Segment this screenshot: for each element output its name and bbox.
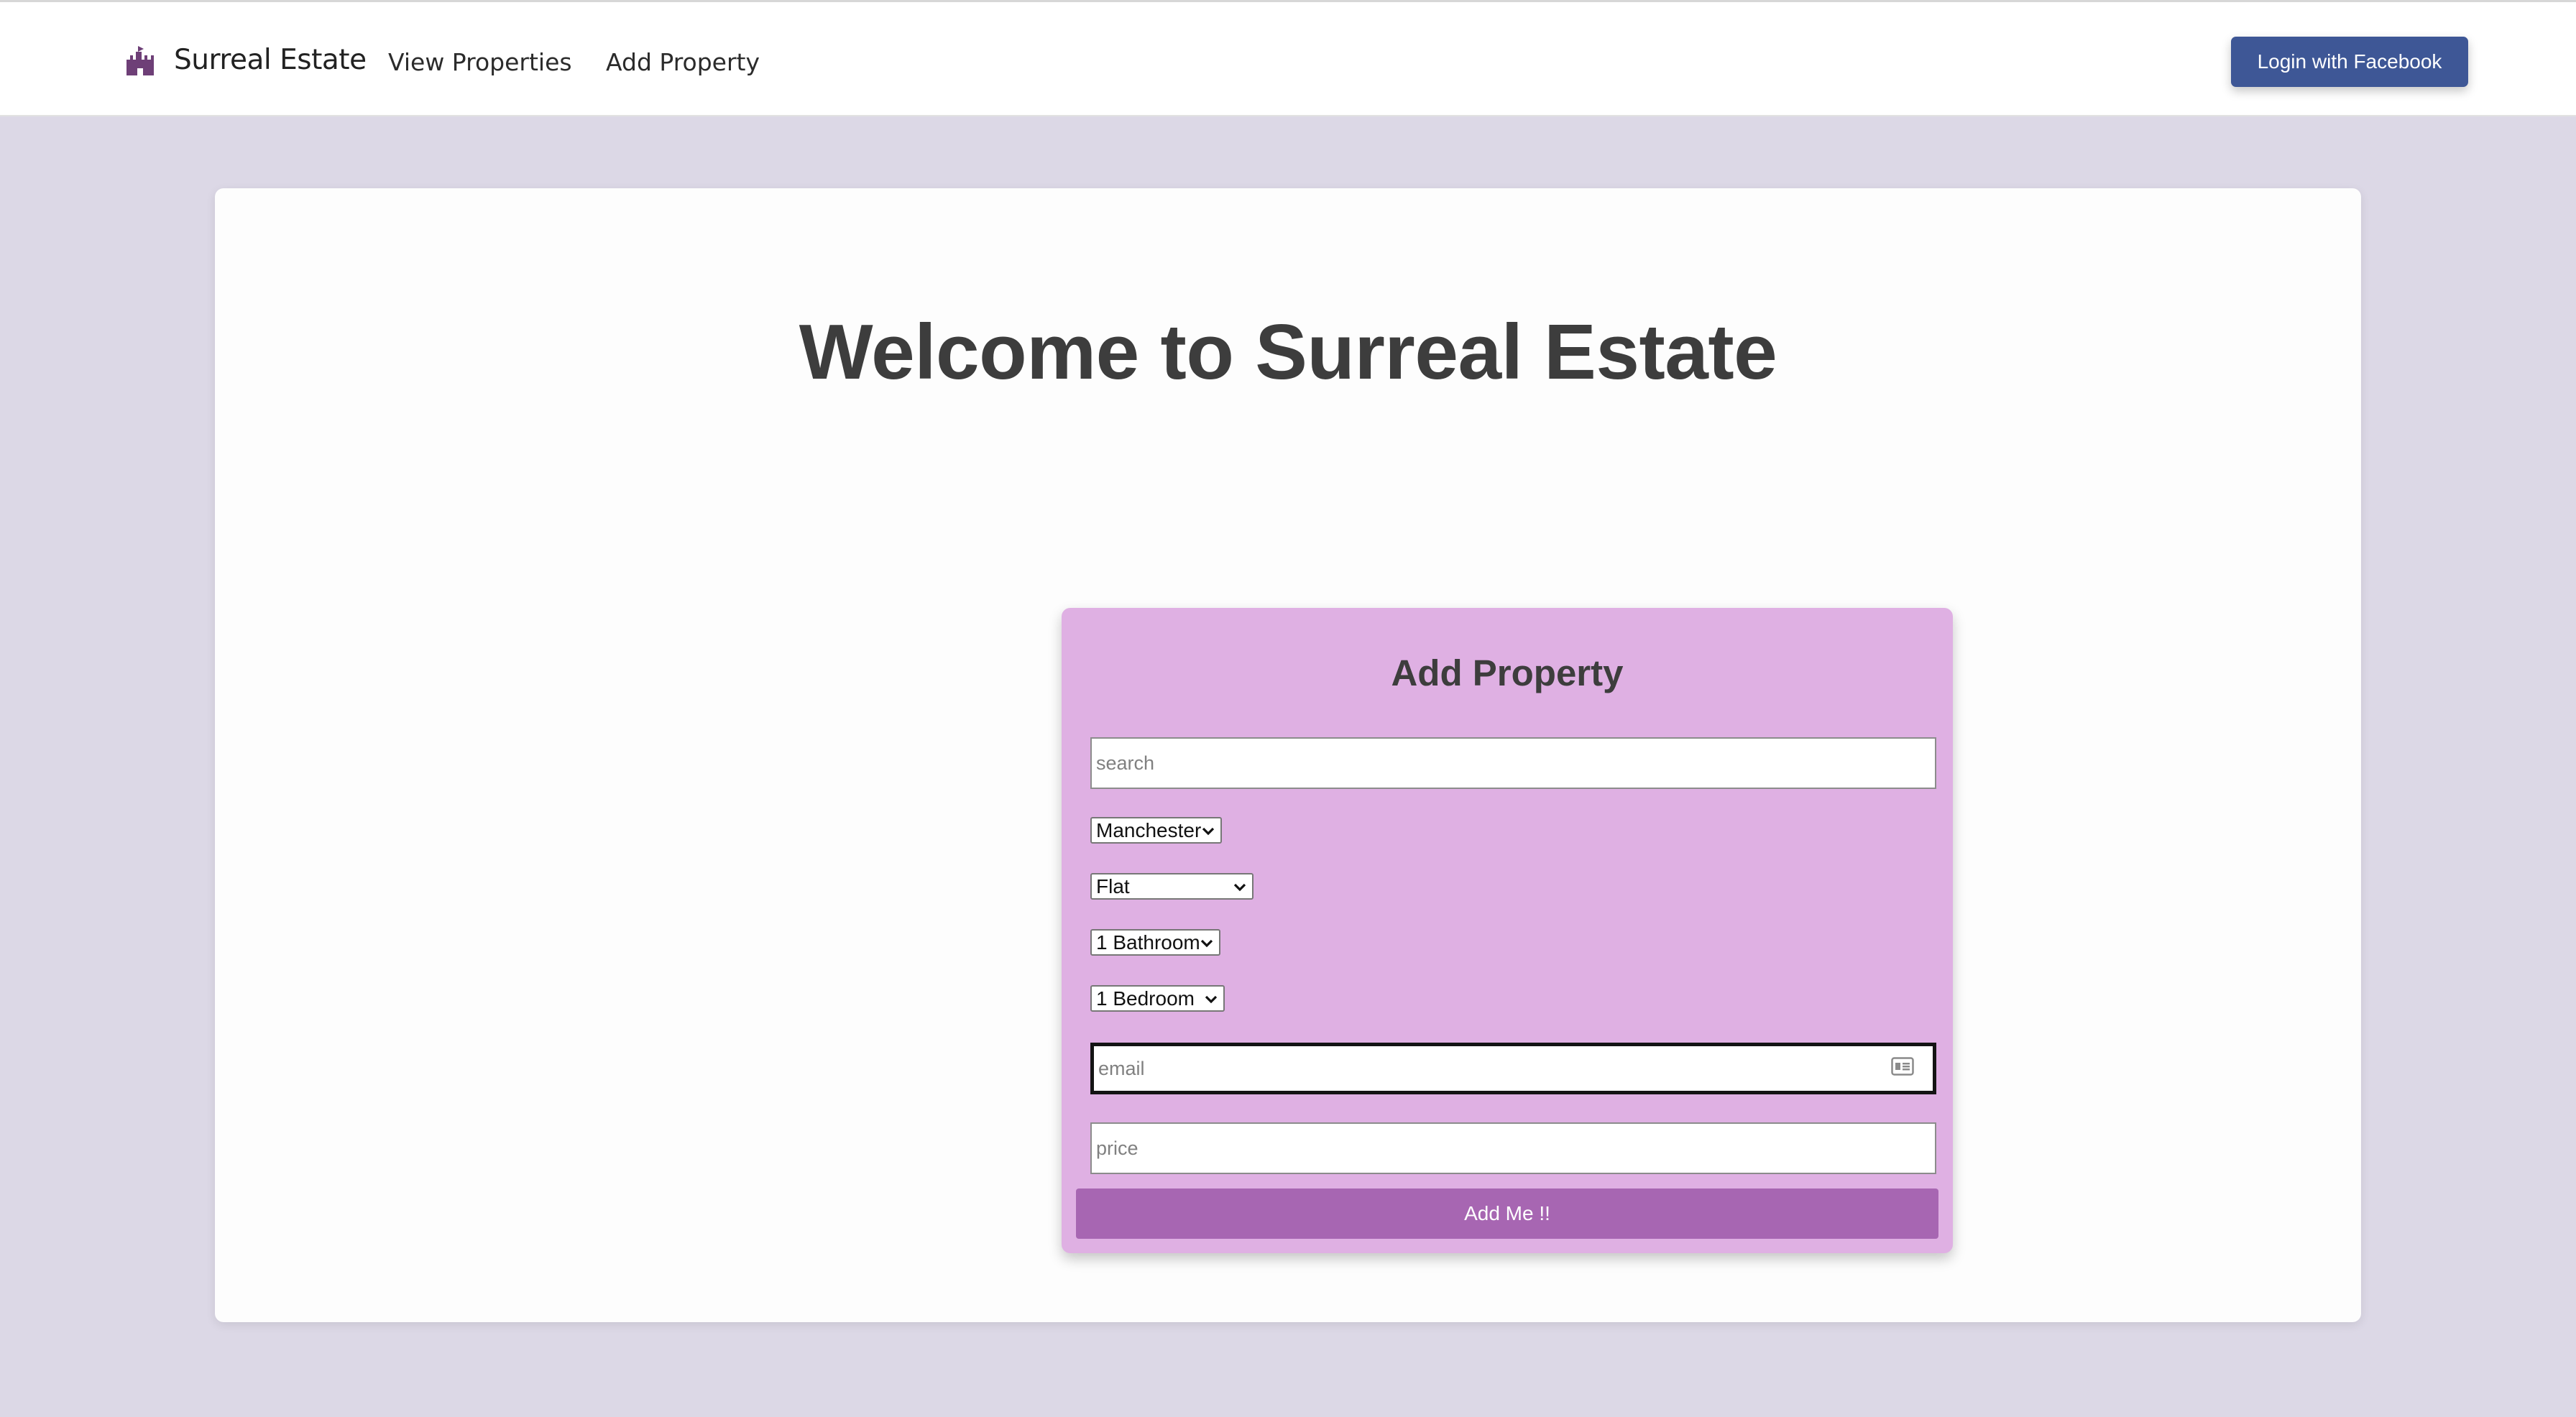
- form-title: Add Property: [1391, 652, 1624, 693]
- navbar: Surreal Estate View Properties Add Prope…: [0, 0, 2576, 116]
- page-title: Welcome to Surreal Estate: [799, 308, 1777, 396]
- chevron-down-icon: [1200, 939, 1213, 948]
- contact-card-icon[interactable]: [1891, 1057, 1914, 1076]
- email-field[interactable]: [1090, 1043, 1936, 1094]
- bedrooms-select-value: 1 Bedroom: [1096, 987, 1195, 1010]
- property-type-select-value: Flat: [1096, 875, 1130, 897]
- chevron-down-icon: [1202, 827, 1215, 836]
- add-property-form: Add Property Manchester Flat 1 Bathroom …: [1062, 608, 1953, 1253]
- price-field[interactable]: [1090, 1122, 1936, 1174]
- login-with-facebook-button[interactable]: Login with Facebook: [2231, 37, 2468, 87]
- chevron-down-icon: [1205, 995, 1218, 1004]
- castle-icon: [126, 46, 154, 75]
- search-input[interactable]: [1090, 737, 1936, 789]
- bathrooms-select-value: 1 Bathroom: [1096, 931, 1200, 954]
- nav-link-view-properties[interactable]: View Properties: [388, 48, 572, 76]
- add-property-submit-button[interactable]: Add Me !!: [1076, 1188, 1938, 1239]
- bedrooms-select[interactable]: 1 Bedroom: [1090, 985, 1225, 1012]
- location-select-value: Manchester: [1096, 819, 1202, 841]
- bathrooms-select[interactable]: 1 Bathroom: [1090, 929, 1220, 956]
- nav-link-add-property[interactable]: Add Property: [606, 48, 760, 76]
- chevron-down-icon: [1233, 883, 1246, 892]
- property-type-select[interactable]: Flat: [1090, 873, 1254, 900]
- brand-name[interactable]: Surreal Estate: [174, 44, 367, 76]
- main-card: Welcome to Surreal Estate Add Property M…: [215, 188, 2361, 1322]
- location-select[interactable]: Manchester: [1090, 817, 1222, 844]
